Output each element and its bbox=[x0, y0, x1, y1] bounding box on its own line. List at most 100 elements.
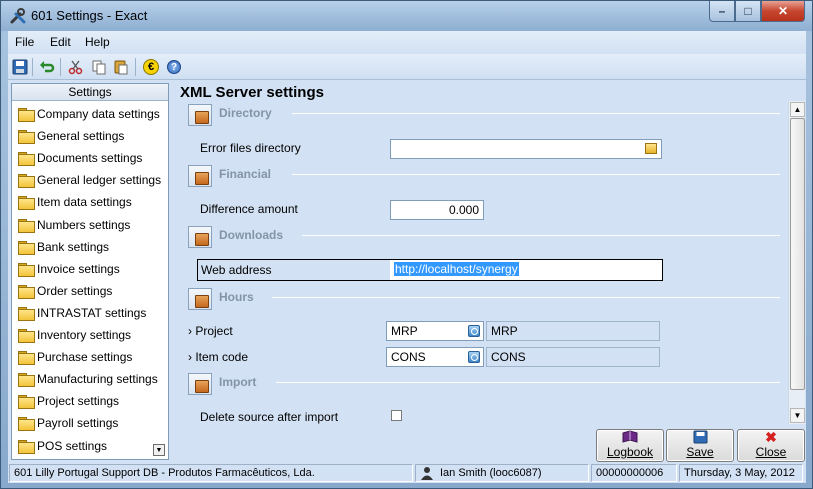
sidebar-item-label: Payroll settings bbox=[37, 416, 119, 431]
web-address-value: http://localhost/synergy bbox=[394, 262, 519, 276]
menu-help[interactable]: Help bbox=[85, 35, 110, 49]
web-address-row: Web address http://localhost/synergy bbox=[197, 259, 663, 281]
status-company: 601 Lilly Portugal Support DB - Produtos… bbox=[9, 464, 413, 482]
status-date: Thursday, 3 May, 2012 bbox=[679, 464, 803, 482]
sidebar-item-bank-settings[interactable]: Bank settings bbox=[18, 237, 109, 257]
section-financial-title: Financial bbox=[219, 167, 272, 181]
page-title: XML Server settings bbox=[180, 84, 324, 101]
sidebar-item-general-settings[interactable]: General settings bbox=[18, 126, 124, 146]
section-downloads-icon bbox=[188, 226, 212, 248]
euro-icon[interactable]: € bbox=[142, 58, 160, 76]
sidebar-item-label: Manufacturing settings bbox=[37, 372, 158, 387]
folder-icon bbox=[18, 329, 35, 343]
section-divider bbox=[272, 297, 780, 298]
sidebar-item-company-data-settings[interactable]: Company data settings bbox=[18, 104, 160, 124]
sidebar-item-label: Company data settings bbox=[37, 107, 160, 121]
sidebar-item-label: Project settings bbox=[37, 394, 120, 409]
settings-navigation: Settings Company data settings General se… bbox=[11, 83, 169, 460]
section-directory-title: Directory bbox=[219, 106, 272, 120]
paste-icon[interactable] bbox=[112, 58, 130, 76]
sidebar-item-label: Inventory settings bbox=[37, 328, 132, 342]
sidebar-item-label: Bank settings bbox=[37, 239, 110, 254]
difference-amount-field[interactable]: 0.000 bbox=[390, 200, 484, 220]
sidebar-item-item-data-settings[interactable]: Item data settings bbox=[18, 192, 132, 212]
sidebar-item-inventory-settings[interactable]: Inventory settings bbox=[18, 325, 131, 345]
user-icon bbox=[420, 466, 434, 480]
client-area: File Edit Help € ? Settings Company data… bbox=[8, 31, 806, 483]
sidebar-item-documents-settings[interactable]: Documents settings bbox=[18, 148, 142, 168]
search-icon[interactable] bbox=[468, 351, 480, 363]
scroll-down-icon[interactable]: ▼ bbox=[790, 408, 805, 423]
maximize-icon: □ bbox=[744, 4, 752, 18]
section-divider bbox=[302, 235, 780, 236]
folder-icon bbox=[18, 284, 35, 299]
close-icon: ✕ bbox=[777, 4, 789, 18]
item-code-label[interactable]: › Item code bbox=[188, 350, 248, 364]
menu-file[interactable]: File bbox=[15, 35, 34, 49]
folder-icon bbox=[18, 395, 35, 410]
sidebar-item-manufacturing-settings[interactable]: Manufacturing settings bbox=[18, 369, 158, 389]
folder-icon bbox=[18, 196, 35, 211]
sidebar-item-label: General settings bbox=[37, 129, 125, 144]
web-address-field[interactable]: http://localhost/synergy bbox=[390, 260, 662, 280]
menu-edit[interactable]: Edit bbox=[50, 35, 71, 49]
close-icon: ✖ bbox=[765, 428, 777, 445]
sidebar-item-intrastat-settings[interactable]: INTRASTAT settings bbox=[18, 303, 146, 323]
status-bar: 601 Lilly Portugal Support DB - Produtos… bbox=[8, 463, 806, 483]
cut-icon[interactable] bbox=[67, 58, 85, 76]
browse-folder-icon[interactable] bbox=[645, 143, 657, 154]
item-code-field[interactable]: CONS bbox=[386, 347, 484, 367]
search-icon[interactable] bbox=[468, 325, 480, 337]
folder-icon bbox=[18, 351, 35, 366]
title-bar[interactable]: 601 Settings - Exact – □ ✕ bbox=[1, 1, 812, 31]
close-button[interactable]: ✖ Close bbox=[737, 429, 805, 462]
sidebar-item-purchase-settings[interactable]: Purchase settings bbox=[18, 347, 132, 367]
copy-icon[interactable] bbox=[90, 58, 108, 76]
folder-icon bbox=[18, 240, 35, 255]
sidebar-item-pos-settings[interactable]: POS settings bbox=[18, 436, 107, 456]
sidebar-item-numbers-settings[interactable]: Numbers settings bbox=[18, 215, 130, 235]
project-label[interactable]: › Project bbox=[188, 324, 233, 338]
settings-tools-icon bbox=[9, 7, 27, 25]
save-button[interactable]: Save bbox=[666, 429, 734, 462]
section-hours-title: Hours bbox=[219, 290, 254, 304]
folder-icon bbox=[18, 373, 35, 388]
delete-source-checkbox[interactable] bbox=[391, 410, 402, 421]
folder-icon bbox=[18, 152, 35, 167]
menu-bar: File Edit Help bbox=[8, 31, 806, 53]
scrollbar-thumb[interactable] bbox=[790, 118, 805, 390]
vertical-scrollbar[interactable]: ▲ ▼ bbox=[788, 101, 805, 424]
sidebar-item-payroll-settings[interactable]: Payroll settings bbox=[18, 413, 118, 433]
section-financial-icon bbox=[188, 165, 212, 187]
sidebar-item-order-settings[interactable]: Order settings bbox=[18, 281, 112, 301]
sidebar-item-label: Item data settings bbox=[37, 195, 132, 210]
section-downloads-title: Downloads bbox=[219, 228, 284, 242]
sidebar-item-label: Purchase settings bbox=[37, 350, 133, 365]
window-title: 601 Settings - Exact bbox=[31, 8, 148, 23]
sidebar-item-label: POS settings bbox=[37, 438, 108, 453]
sidebar-item-project-settings[interactable]: Project settings bbox=[18, 391, 119, 411]
error-files-directory-field[interactable] bbox=[390, 139, 662, 159]
chevron-down-icon[interactable]: ▼ bbox=[153, 444, 165, 456]
status-number: 00000000006 bbox=[591, 464, 677, 482]
minimize-icon: – bbox=[718, 4, 726, 18]
folder-icon bbox=[18, 306, 35, 321]
sidebar-item-general-ledger-settings[interactable]: General ledger settings bbox=[18, 170, 161, 190]
settings-content: XML Server settings Directory Error file… bbox=[174, 83, 806, 426]
web-address-label: Web address bbox=[201, 263, 272, 277]
folder-icon bbox=[18, 130, 35, 145]
sidebar-item-label: INTRASTAT settings bbox=[37, 305, 147, 320]
section-divider bbox=[292, 113, 780, 114]
minimize-button[interactable]: – bbox=[709, 1, 735, 22]
logbook-button[interactable]: Logbook bbox=[596, 429, 664, 462]
window-close-button[interactable]: ✕ bbox=[761, 1, 805, 22]
help-icon[interactable]: ? bbox=[165, 58, 183, 76]
sidebar-item-invoice-settings[interactable]: Invoice settings bbox=[18, 259, 120, 279]
project-code-field[interactable]: MRP bbox=[386, 321, 484, 341]
scroll-up-icon[interactable]: ▲ bbox=[790, 102, 805, 117]
toolbar: € ? bbox=[8, 54, 806, 80]
undo-icon[interactable] bbox=[38, 58, 56, 76]
section-divider bbox=[276, 382, 780, 383]
save-icon[interactable] bbox=[11, 58, 29, 76]
maximize-button[interactable]: □ bbox=[735, 1, 761, 22]
